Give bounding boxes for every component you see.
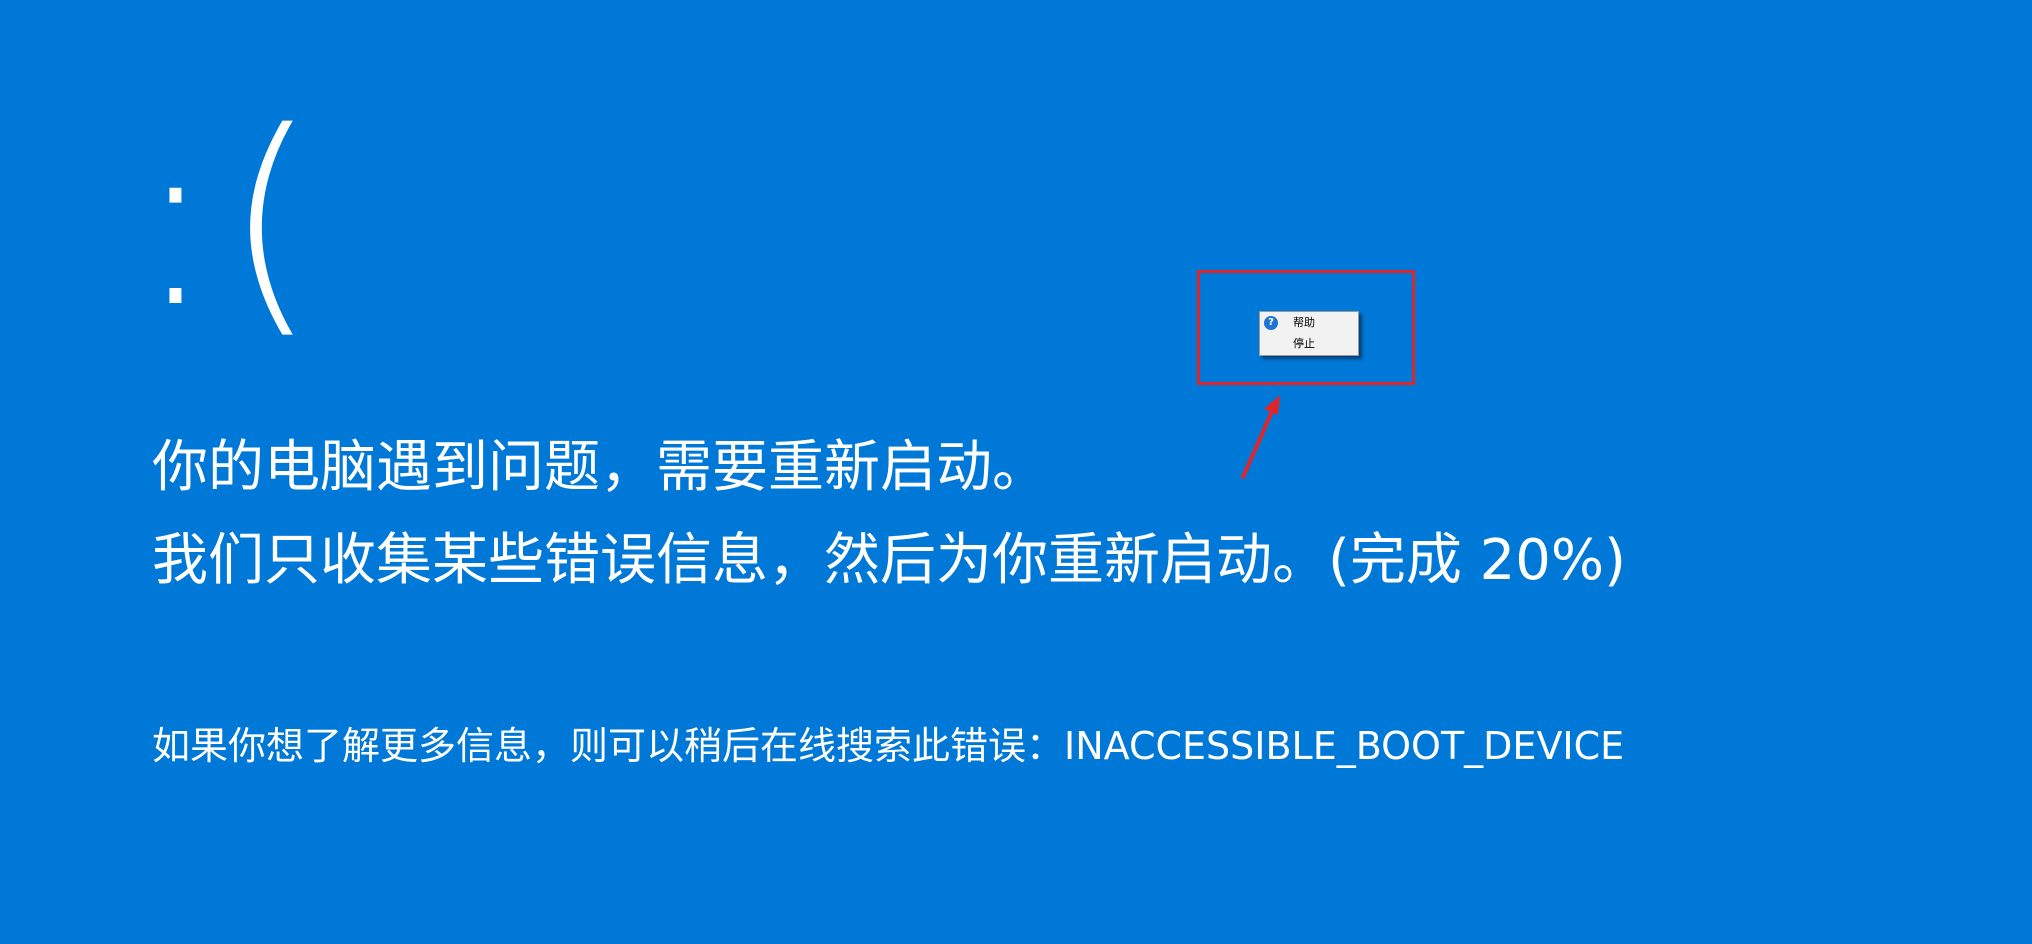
menu-item-label: 停止 [1293,337,1315,350]
bsod-screen: :( 你的电脑遇到问题，需要重新启动。 我们只收集某些错误信息，然后为你重新启动… [0,0,2032,944]
menu-item-label: 帮助 [1293,316,1315,329]
menu-item-help[interactable]: ? 帮助 [1260,313,1358,333]
menu-item-stop[interactable]: 停止 [1260,334,1358,354]
annotation-arrow [1241,395,1280,479]
help-question-icon: ? [1264,316,1278,330]
error-headline: 你的电脑遇到问题，需要重新启动。 [152,435,1048,500]
stop-code-info: 如果你想了解更多信息，则可以稍后在线搜索此错误：INACCESSIBLE_BOO… [152,724,1625,768]
sad-face-emoticon: :( [135,80,326,360]
progress-message: 我们只收集某些错误信息，然后为你重新启动。(完成 20%) [152,528,1626,593]
context-menu: ? 帮助 停止 [1259,311,1359,356]
